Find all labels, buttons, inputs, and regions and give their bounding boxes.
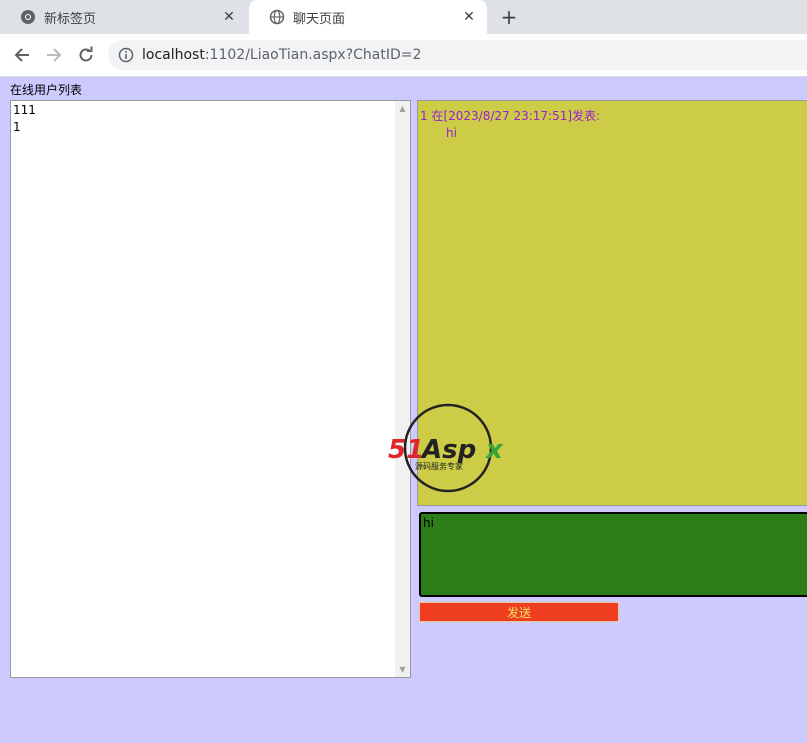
forward-arrow-icon[interactable] bbox=[42, 43, 66, 67]
message-body: hi bbox=[446, 126, 457, 140]
globe-icon bbox=[269, 9, 285, 25]
list-item[interactable]: 111 bbox=[11, 102, 36, 119]
send-button[interactable]: 发送 bbox=[419, 602, 619, 622]
reload-icon[interactable] bbox=[74, 43, 98, 67]
url-input[interactable]: localhost:1102/LiaoTian.aspx?ChatID=2 bbox=[108, 40, 807, 70]
back-arrow-icon[interactable] bbox=[10, 43, 34, 67]
new-tab-plus-icon[interactable]: + bbox=[498, 5, 520, 29]
userlist-label: 在线用户列表 bbox=[10, 83, 83, 97]
close-icon[interactable]: ✕ bbox=[221, 9, 237, 25]
scrollbar[interactable]: ▲ ▼ bbox=[395, 101, 410, 677]
url-text: localhost:1102/LiaoTian.aspx?ChatID=2 bbox=[142, 47, 421, 63]
url-host: localhost bbox=[142, 47, 205, 63]
info-icon[interactable] bbox=[118, 47, 134, 63]
svg-text:源码服务专家: 源码服务专家 bbox=[415, 461, 463, 471]
online-user-list[interactable]: 111 1 ▲ ▼ bbox=[10, 100, 411, 678]
chrome-icon bbox=[20, 9, 36, 25]
tab-strip: 新标签页 ✕ 聊天页面 ✕ + bbox=[0, 0, 807, 34]
message-input[interactable]: hi bbox=[419, 512, 807, 597]
list-item[interactable]: 1 bbox=[11, 119, 36, 136]
tab-chat-page[interactable]: 聊天页面 ✕ bbox=[249, 0, 487, 34]
tab-title: 聊天页面 bbox=[293, 11, 346, 27]
tab-new-tab[interactable]: 新标签页 ✕ bbox=[0, 0, 247, 34]
scroll-up-icon[interactable]: ▲ bbox=[395, 101, 410, 116]
watermark-logo: 51 Asp x 源码服务专家 bbox=[386, 403, 516, 495]
user-items: 111 1 bbox=[11, 102, 36, 136]
svg-text:x: x bbox=[484, 435, 504, 465]
message-header: 1 在[2023/8/27 23:17:51]发表: bbox=[420, 109, 601, 123]
scroll-down-icon[interactable]: ▼ bbox=[395, 662, 410, 677]
tab-title: 新标签页 bbox=[44, 11, 97, 27]
message-input-value: hi bbox=[423, 516, 434, 530]
address-bar: localhost:1102/LiaoTian.aspx?ChatID=2 bbox=[0, 34, 807, 77]
url-path: :1102/LiaoTian.aspx?ChatID=2 bbox=[204, 47, 422, 63]
svg-text:Asp: Asp bbox=[420, 435, 476, 465]
svg-text:51: 51 bbox=[388, 435, 424, 465]
close-icon[interactable]: ✕ bbox=[461, 9, 477, 25]
